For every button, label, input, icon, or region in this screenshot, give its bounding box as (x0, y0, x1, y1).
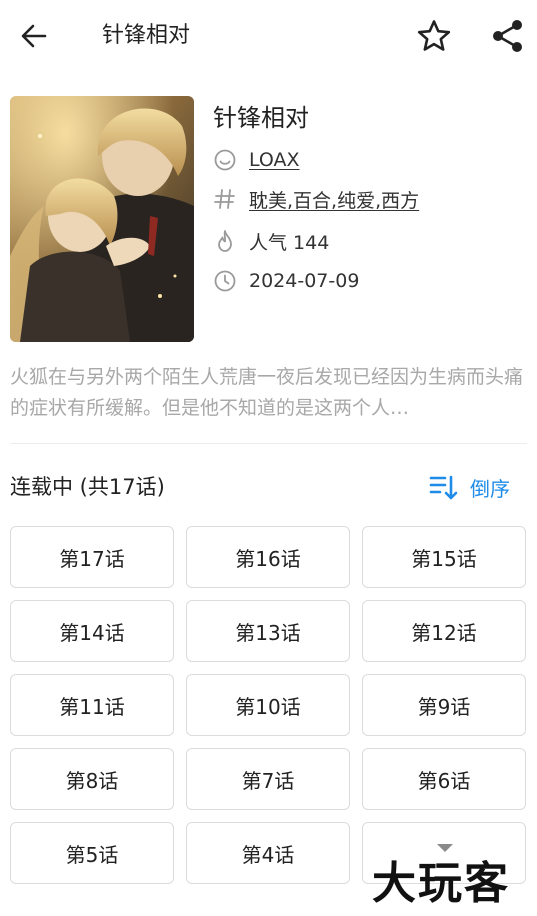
favorite-button[interactable] (412, 14, 456, 58)
cover-illustration (10, 96, 194, 342)
chapter-button[interactable]: 第8话 (10, 748, 174, 810)
page-title: 针锋相对 (102, 23, 191, 48)
sort-label: 倒序 (470, 476, 510, 501)
watermark-logo: 大玩客 (372, 858, 510, 909)
share-button[interactable] (486, 14, 530, 58)
top-app-bar: 针锋相对 (0, 0, 537, 72)
clock-icon (213, 269, 237, 293)
chapter-button[interactable]: 第6话 (362, 748, 526, 810)
chapter-button[interactable]: 第15话 (362, 526, 526, 588)
chapter-button[interactable]: 第5话 (10, 822, 174, 884)
star-outline-icon (417, 20, 451, 51)
chapter-status-header: 连载中 (共17话) (10, 475, 165, 499)
hash-icon (213, 187, 237, 211)
tags-link[interactable]: 耽美,百合,纯爱,西方 (249, 186, 419, 213)
chapter-button[interactable]: 第12话 (362, 600, 526, 662)
tags-row: 耽美,百合,纯爱,西方 (213, 184, 523, 214)
author-link[interactable]: LOAX (249, 149, 300, 171)
chapter-button[interactable]: 第9话 (362, 674, 526, 736)
share-icon (493, 20, 522, 52)
chapter-button[interactable]: 第11话 (10, 674, 174, 736)
comic-cover-image[interactable] (10, 96, 194, 342)
popularity-count: 人气 144 (249, 231, 330, 254)
chapter-button[interactable]: 第10话 (186, 674, 350, 736)
chapter-button[interactable]: 第4话 (186, 822, 350, 884)
arrow-left-icon (21, 24, 47, 48)
date-row: 2024-07-09 (213, 266, 523, 296)
sort-order-button[interactable]: 倒序 (428, 470, 510, 504)
smile-face-icon (213, 148, 237, 172)
flame-icon (213, 229, 237, 253)
chapter-button[interactable]: 第14话 (10, 600, 174, 662)
chapter-button[interactable]: 第13话 (186, 600, 350, 662)
comic-info: 针锋相对 LOAX 耽美,百合,纯爱,西方 人气 144 2024-07-09 (213, 98, 523, 292)
chapter-button[interactable]: 第16话 (186, 526, 350, 588)
update-date: 2024-07-09 (249, 270, 360, 292)
popularity-row: 人气 144 (213, 226, 523, 256)
divider (10, 443, 527, 444)
author-row: LOAX (213, 145, 523, 175)
sort-descending-icon (428, 472, 458, 502)
back-button[interactable] (14, 16, 54, 56)
comic-title: 针锋相对 (213, 104, 309, 132)
caret-down-icon (437, 844, 453, 852)
chapter-button[interactable]: 第7话 (186, 748, 350, 810)
chapter-button[interactable]: 第17话 (10, 526, 174, 588)
comic-description[interactable]: 火狐在与另外两个陌生人荒唐一夜后发现已经因为生病而头痛的症状有所缓解。但是他不知… (10, 362, 528, 424)
